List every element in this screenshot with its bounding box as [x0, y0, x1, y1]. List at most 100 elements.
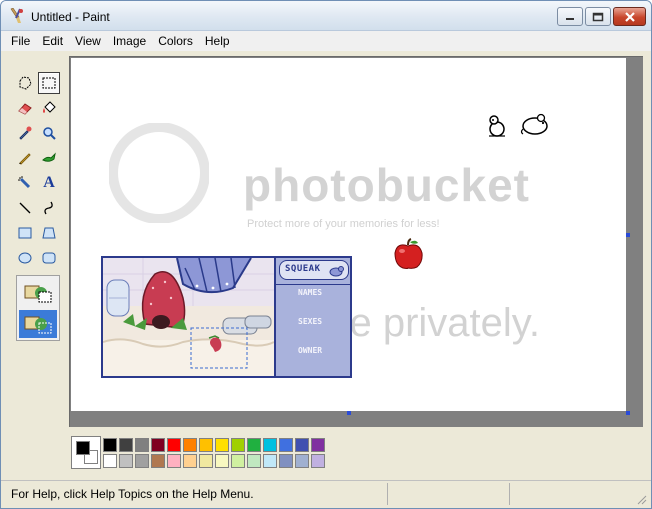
status-separator — [387, 483, 388, 505]
color-swatch[interactable] — [263, 438, 277, 452]
select-icon — [42, 77, 56, 89]
eraser-icon — [18, 103, 32, 115]
color-swatch[interactable] — [279, 454, 293, 468]
color-swatch[interactable] — [183, 454, 197, 468]
layout-divider — [276, 284, 350, 285]
color-swatch[interactable] — [151, 454, 165, 468]
minimize-icon — [566, 17, 574, 20]
status-help-text: For Help, click Help Topics on the Help … — [11, 487, 254, 501]
opaque-mode-option[interactable] — [19, 279, 57, 307]
color-swatch[interactable] — [215, 438, 229, 452]
menu-image[interactable]: Image — [107, 34, 152, 48]
fill-with-color-icon — [43, 101, 56, 113]
title-bar[interactable]: Untitled - Paint — [1, 1, 651, 31]
ellipse-tool[interactable] — [14, 247, 36, 269]
color-swatch[interactable] — [215, 454, 229, 468]
menu-help[interactable]: Help — [199, 34, 236, 48]
fill-with-color-tool[interactable] — [38, 97, 60, 119]
layout-row-names: NAMES — [298, 288, 323, 297]
layout-scene — [103, 258, 275, 376]
menu-bar: File Edit View Image Colors Help — [1, 31, 651, 51]
magnifier-icon — [43, 127, 56, 140]
rectangle-icon — [18, 227, 32, 239]
select-tool[interactable] — [38, 72, 60, 94]
drawing-canvas[interactable]: photobucket Protect more of your memorie… — [71, 58, 626, 411]
color-swatch[interactable] — [199, 454, 213, 468]
color-swatch[interactable] — [295, 438, 309, 452]
status-separator — [509, 483, 510, 505]
color-swatch[interactable] — [231, 438, 245, 452]
rounded-rectangle-icon — [42, 252, 56, 264]
free-form-select-tool[interactable] — [14, 72, 36, 94]
workspace: A photobucket Protect more of your memor… — [1, 51, 651, 480]
airbrush-tool[interactable] — [14, 172, 36, 194]
color-swatch[interactable] — [167, 454, 181, 468]
color-swatch[interactable] — [247, 438, 261, 452]
color-swatch[interactable] — [231, 454, 245, 468]
ellipse-icon — [18, 252, 32, 264]
rounded-rectangle-tool[interactable] — [38, 247, 60, 269]
menu-view[interactable]: View — [69, 34, 107, 48]
resize-handle-corner[interactable] — [626, 411, 630, 415]
paint-app-icon — [9, 7, 25, 24]
tool-box: A — [11, 69, 63, 397]
foreground-color-swatch — [76, 441, 90, 455]
current-colors[interactable] — [71, 436, 101, 469]
color-swatch[interactable] — [311, 454, 325, 468]
window-title: Untitled - Paint — [31, 10, 110, 24]
mouse-sprite-lying — [520, 113, 548, 135]
color-swatch[interactable] — [119, 454, 133, 468]
color-swatch[interactable] — [279, 438, 293, 452]
watermark-logo — [109, 123, 209, 223]
resize-handle-bottom[interactable] — [347, 411, 351, 415]
color-swatch[interactable] — [151, 438, 165, 452]
status-bar: For Help, click Help Topics on the Help … — [1, 480, 651, 508]
polygon-tool[interactable] — [38, 222, 60, 244]
pencil-tool[interactable] — [14, 147, 36, 169]
layout-mouse-icon — [329, 266, 344, 277]
resize-grip-icon[interactable] — [635, 493, 647, 505]
mouse-sprite-sitting — [489, 115, 505, 137]
color-swatch[interactable] — [199, 438, 213, 452]
pencil-icon — [19, 153, 31, 165]
paint-window: Untitled - Paint File Edit View Image Co… — [0, 0, 652, 509]
eraser-tool[interactable] — [14, 97, 36, 119]
color-swatch[interactable] — [119, 438, 133, 452]
color-swatch[interactable] — [103, 454, 117, 468]
watermark-brand: photobucket — [243, 159, 530, 211]
airbrush-icon — [18, 176, 31, 189]
color-swatch[interactable] — [263, 454, 277, 468]
color-swatch[interactable] — [167, 438, 181, 452]
transparent-mode-option[interactable] — [19, 310, 57, 338]
color-swatch[interactable] — [295, 454, 309, 468]
curve-icon — [44, 201, 53, 215]
color-swatch[interactable] — [183, 438, 197, 452]
curve-tool[interactable] — [38, 197, 60, 219]
layout-header: SQUEAK — [279, 260, 349, 280]
minimize-button[interactable] — [557, 7, 583, 26]
maximize-icon — [592, 12, 604, 21]
menu-file[interactable]: File — [5, 34, 36, 48]
text-tool[interactable]: A — [38, 172, 60, 194]
close-button[interactable] — [613, 7, 646, 26]
color-swatch[interactable] — [103, 438, 117, 452]
transparent-mode-icon — [24, 316, 52, 334]
menu-colors[interactable]: Colors — [152, 34, 199, 48]
brush-tool[interactable] — [38, 147, 60, 169]
apple-sprite — [394, 238, 423, 269]
magnifier-tool[interactable] — [38, 122, 60, 144]
watermark-tagline: Protect more of your memories for less! — [247, 218, 440, 230]
strawberry-scene-illustration — [103, 258, 275, 376]
rectangle-tool[interactable] — [14, 222, 36, 244]
color-swatch[interactable] — [135, 454, 149, 468]
pick-color-tool[interactable] — [14, 122, 36, 144]
color-swatch[interactable] — [135, 438, 149, 452]
menu-edit[interactable]: Edit — [36, 34, 69, 48]
color-swatch[interactable] — [247, 454, 261, 468]
polygon-icon — [42, 227, 56, 239]
layout-header-label: SQUEAK — [285, 264, 321, 274]
maximize-button[interactable] — [585, 7, 611, 26]
line-tool[interactable] — [14, 197, 36, 219]
color-swatch[interactable] — [311, 438, 325, 452]
resize-handle-right[interactable] — [626, 233, 630, 237]
